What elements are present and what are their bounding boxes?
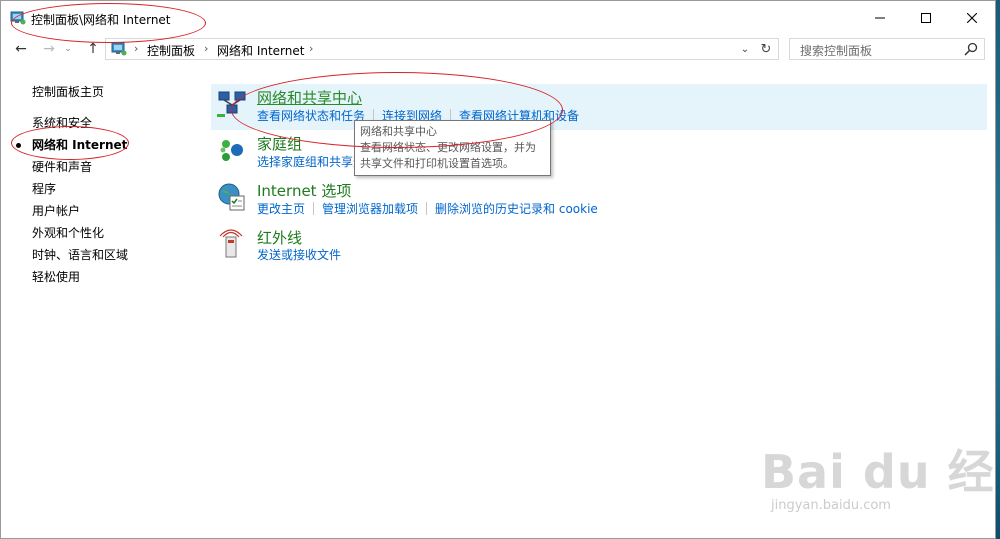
link-view-network-status[interactable]: 查看网络状态和任务	[257, 107, 365, 124]
tooltip-line: 查看网络状态、更改网络设置，并为	[360, 141, 536, 154]
category-title[interactable]: 家庭组	[257, 133, 302, 154]
category-links: 更改主页 管理浏览器加载项 删除浏览的历史记录和 cookie	[257, 200, 598, 217]
address-dropdown-button[interactable]: ⌄	[738, 42, 752, 56]
title-bar: 控制面板\网络和 Internet	[1, 1, 995, 35]
watermark-logo: Bai du 经验	[761, 445, 995, 499]
breadcrumb-control-panel[interactable]: 控制面板	[147, 42, 195, 59]
breadcrumb-separator: ›	[204, 42, 209, 55]
control-panel-icon	[10, 11, 26, 25]
active-item-bullet	[16, 143, 21, 148]
link-delete-browsing-history[interactable]: 删除浏览的历史记录和 cookie	[435, 200, 598, 217]
sidebar-item-ease-of-access[interactable]: 轻松使用	[32, 268, 80, 285]
category-internet-options: Internet 选项 更改主页 管理浏览器加载项 删除浏览的历史记录和 coo…	[211, 178, 987, 224]
category-title[interactable]: 红外线	[257, 227, 302, 248]
back-arrow-icon: ←	[15, 41, 27, 57]
link-divider	[426, 202, 428, 215]
breadcrumb-separator: ›	[134, 42, 139, 55]
sidebar-item-programs[interactable]: 程序	[32, 180, 56, 197]
maximize-button[interactable]	[903, 1, 949, 35]
sidebar-item-network-internet[interactable]: 网络和 Internet	[32, 136, 127, 153]
close-button[interactable]	[949, 1, 995, 35]
forward-arrow-icon: →	[43, 41, 55, 57]
control-panel-icon	[111, 42, 127, 56]
sidebar-item-clock-language-region[interactable]: 时钟、语言和区域	[32, 246, 128, 263]
category-links: 发送或接收文件	[257, 246, 341, 263]
category-homegroup: 家庭组 选择家庭组和共享选项	[211, 131, 987, 177]
close-icon	[967, 13, 977, 23]
search-box[interactable]: 搜索控制面板	[789, 38, 985, 60]
link-change-home-page[interactable]: 更改主页	[257, 200, 305, 217]
breadcrumb-network-internet[interactable]: 网络和 Internet	[217, 42, 304, 59]
maximize-icon	[921, 13, 931, 23]
sidebar-item-user-accounts[interactable]: 用户帐户	[32, 202, 80, 219]
sidebar-item-system-security[interactable]: 系统和安全	[32, 114, 92, 131]
minimize-button[interactable]	[857, 1, 903, 35]
recent-locations-button[interactable]: ⌄	[61, 39, 75, 59]
category-title[interactable]: 网络和共享中心	[257, 87, 362, 108]
forward-button[interactable]: →	[39, 39, 59, 59]
tooltip: 网络和共享中心 查看网络状态、更改网络设置，并为 共享文件和打印机设置首选项。	[354, 120, 551, 176]
window-title: 控制面板\网络和 Internet	[31, 13, 171, 27]
link-send-receive-files[interactable]: 发送或接收文件	[257, 246, 341, 263]
internet-options-icon[interactable]	[217, 182, 247, 212]
category-network-sharing-center: 网络和共享中心 查看网络状态和任务 连接到网络 查看网络计算机和设备	[211, 84, 987, 130]
category-title[interactable]: Internet 选项	[257, 180, 351, 201]
sidebar-item-control-panel-home[interactable]: 控制面板主页	[32, 83, 104, 100]
refresh-icon: ↻	[760, 41, 772, 57]
navigation-bar: ← → ⌄ ↑ › 控制面板 › 网络和 Internet › ⌄ ↻ 搜索控制…	[1, 36, 995, 62]
tooltip-line: 共享文件和打印机设置首选项。	[360, 157, 514, 170]
homegroup-icon[interactable]	[217, 135, 247, 165]
network-sharing-center-icon[interactable]	[217, 88, 247, 118]
refresh-button[interactable]: ↻	[758, 41, 774, 57]
search-input[interactable]: 搜索控制面板	[800, 42, 872, 59]
category-infrared: 红外线 发送或接收文件	[211, 225, 987, 271]
chevron-down-icon: ⌄	[740, 43, 750, 55]
watermark-url: jingyan.baidu.com	[771, 498, 891, 513]
link-divider	[313, 202, 315, 215]
search-icon[interactable]	[964, 42, 978, 56]
desktop-background-edge	[996, 0, 1000, 539]
control-panel-window: 控制面板\网络和 Internet ← → ⌄ ↑ › 控制面板 › 网络和 I…	[0, 0, 996, 539]
chevron-down-icon: ⌄	[64, 44, 72, 54]
sidebar-item-appearance[interactable]: 外观和个性化	[32, 224, 104, 241]
sidebar-item-hardware-sound[interactable]: 硬件和声音	[32, 158, 92, 175]
up-button[interactable]: ↑	[83, 39, 103, 59]
up-arrow-icon: ↑	[87, 41, 99, 57]
back-button[interactable]: ←	[11, 39, 31, 59]
breadcrumb-separator[interactable]: ›	[309, 42, 313, 55]
baidu-watermark: Bai du 经验 jingyan.baidu.com	[761, 436, 995, 526]
infrared-icon[interactable]	[217, 229, 247, 259]
address-bar[interactable]: › 控制面板 › 网络和 Internet › ⌄ ↻	[105, 38, 779, 60]
tooltip-line: 网络和共享中心	[360, 125, 437, 138]
link-manage-addons[interactable]: 管理浏览器加载项	[322, 200, 418, 217]
minimize-icon	[875, 17, 885, 19]
